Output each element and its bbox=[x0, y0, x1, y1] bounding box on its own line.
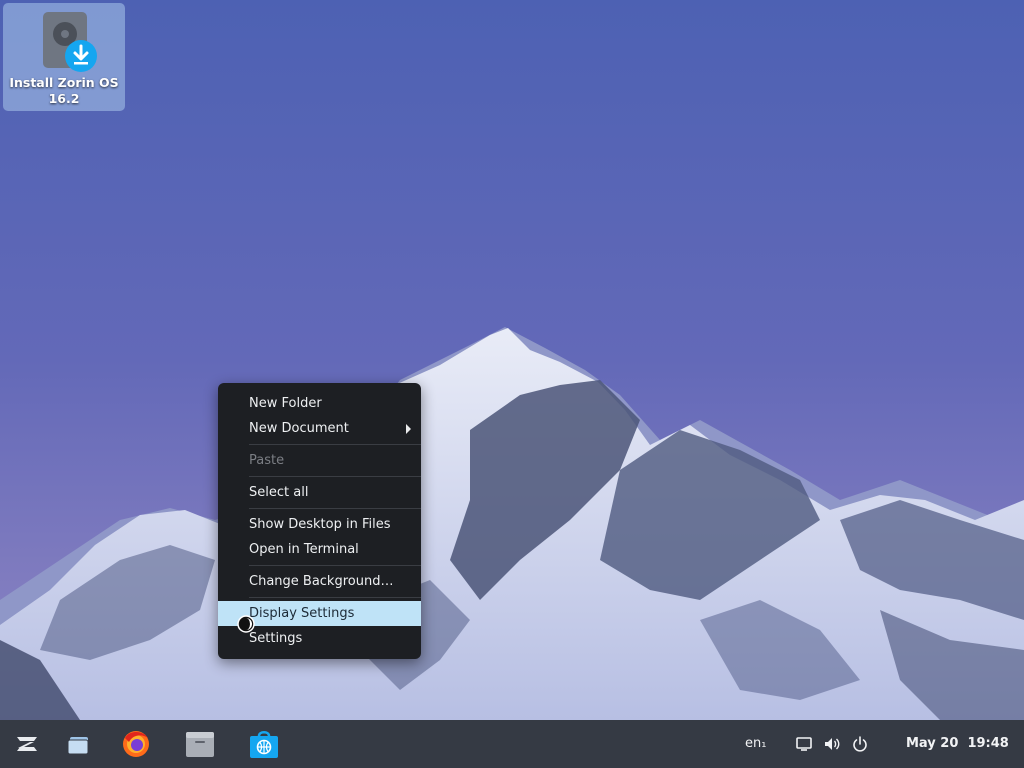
menu-separator bbox=[249, 565, 421, 566]
zorin-menu-icon[interactable] bbox=[10, 728, 44, 760]
screen-icon[interactable] bbox=[795, 735, 813, 753]
clock-date: May 20 bbox=[906, 736, 959, 751]
menu-item-open-in-terminal[interactable]: Open in Terminal bbox=[218, 537, 421, 562]
menu-item-new-document[interactable]: New Document bbox=[218, 416, 421, 441]
submenu-arrow-icon bbox=[406, 424, 411, 434]
menu-item-label: Settings bbox=[249, 631, 303, 646]
firefox-icon[interactable] bbox=[119, 728, 153, 760]
desktop-wallpaper bbox=[0, 0, 1024, 720]
menu-item-show-desktop-in-files[interactable]: Show Desktop in Files bbox=[218, 512, 421, 537]
menu-separator bbox=[249, 444, 421, 445]
menu-separator bbox=[249, 508, 421, 509]
menu-item-label: Select all bbox=[249, 485, 309, 500]
menu-separator bbox=[249, 597, 421, 598]
menu-item-label: Change Background… bbox=[249, 574, 394, 589]
desktop[interactable]: Install Zorin OS 16.2 New Folder New Doc… bbox=[0, 0, 1024, 720]
busy-cursor-icon bbox=[237, 615, 255, 633]
menu-item-new-folder[interactable]: New Folder bbox=[218, 391, 421, 416]
menu-item-label: New Document bbox=[249, 421, 349, 436]
clock-time: 19:48 bbox=[967, 736, 1009, 751]
menu-item-label: Paste bbox=[249, 453, 285, 468]
menu-item-label: Display Settings bbox=[249, 606, 355, 621]
clock[interactable]: May 20 19:48 bbox=[906, 720, 1009, 768]
software-store-icon[interactable] bbox=[247, 728, 281, 760]
menu-item-label: Show Desktop in Files bbox=[249, 517, 391, 532]
files-icon[interactable] bbox=[183, 728, 217, 760]
power-icon[interactable] bbox=[851, 735, 869, 753]
desktop-icon-install-zorin[interactable]: Install Zorin OS 16.2 bbox=[3, 3, 125, 111]
menu-item-change-background[interactable]: Change Background… bbox=[218, 569, 421, 594]
menu-item-label: Open in Terminal bbox=[249, 542, 359, 557]
install-disk-icon bbox=[43, 12, 97, 72]
menu-item-paste: Paste bbox=[218, 448, 421, 473]
desktop-icon-label: Install Zorin OS 16.2 bbox=[9, 75, 119, 106]
menu-item-label: New Folder bbox=[249, 396, 322, 411]
menu-separator bbox=[249, 476, 421, 477]
menu-item-select-all[interactable]: Select all bbox=[218, 480, 421, 505]
volume-icon[interactable] bbox=[823, 735, 841, 753]
keyboard-layout-indicator[interactable]: en₁ bbox=[745, 720, 766, 768]
taskbar: en₁ May 20 19:48 bbox=[0, 720, 1024, 768]
window-switcher-icon[interactable] bbox=[63, 728, 97, 760]
